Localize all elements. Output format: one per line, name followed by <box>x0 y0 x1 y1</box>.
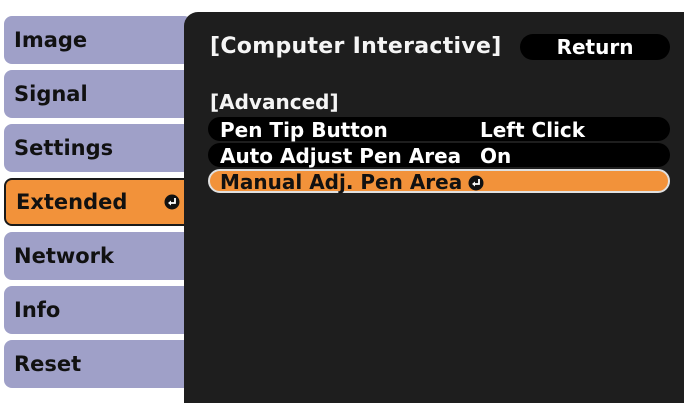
sidebar-item-settings[interactable]: Settings <box>4 124 192 172</box>
section-label: [Advanced] <box>210 90 339 114</box>
sidebar-item-label: Settings <box>14 136 114 160</box>
menu-row-auto-adjust-pen-area[interactable]: Auto Adjust Pen Area On <box>208 143 670 168</box>
sidebar-item-label: Info <box>14 298 61 322</box>
menu-sidebar: Image Signal Settings Extended Network I… <box>0 16 195 395</box>
return-button[interactable]: Return <box>520 34 670 60</box>
row-label: Pen Tip Button <box>220 118 388 142</box>
row-value: Left Click <box>480 118 586 142</box>
return-button-label: Return <box>556 35 634 59</box>
menu-row-pen-tip-button[interactable]: Pen Tip Button Left Click <box>208 117 670 142</box>
row-label: Manual Adj. Pen Area <box>220 170 463 194</box>
sidebar-item-label: Image <box>14 28 88 52</box>
sidebar-item-signal[interactable]: Signal <box>4 70 192 118</box>
row-value: On <box>480 144 512 168</box>
sidebar-item-reset[interactable]: Reset <box>4 340 192 388</box>
sidebar-item-info[interactable]: Info <box>4 286 192 334</box>
settings-panel: [Computer Interactive] Return [Advanced]… <box>184 12 684 403</box>
sidebar-item-label: Network <box>14 244 115 268</box>
row-label-wrap: Manual Adj. Pen Area <box>220 170 484 194</box>
sidebar-item-label: Extended <box>16 190 128 214</box>
enter-icon <box>468 175 484 191</box>
sidebar-item-image[interactable]: Image <box>4 16 192 64</box>
menu-row-manual-adj-pen-area[interactable]: Manual Adj. Pen Area <box>208 169 670 194</box>
sidebar-item-extended[interactable]: Extended <box>4 178 192 226</box>
sidebar-item-network[interactable]: Network <box>4 232 192 280</box>
sidebar-item-label: Signal <box>14 82 88 106</box>
sidebar-item-label: Reset <box>14 352 82 376</box>
enter-icon <box>164 194 180 210</box>
row-label: Auto Adjust Pen Area <box>220 144 462 168</box>
panel-title: [Computer Interactive] <box>210 34 502 59</box>
